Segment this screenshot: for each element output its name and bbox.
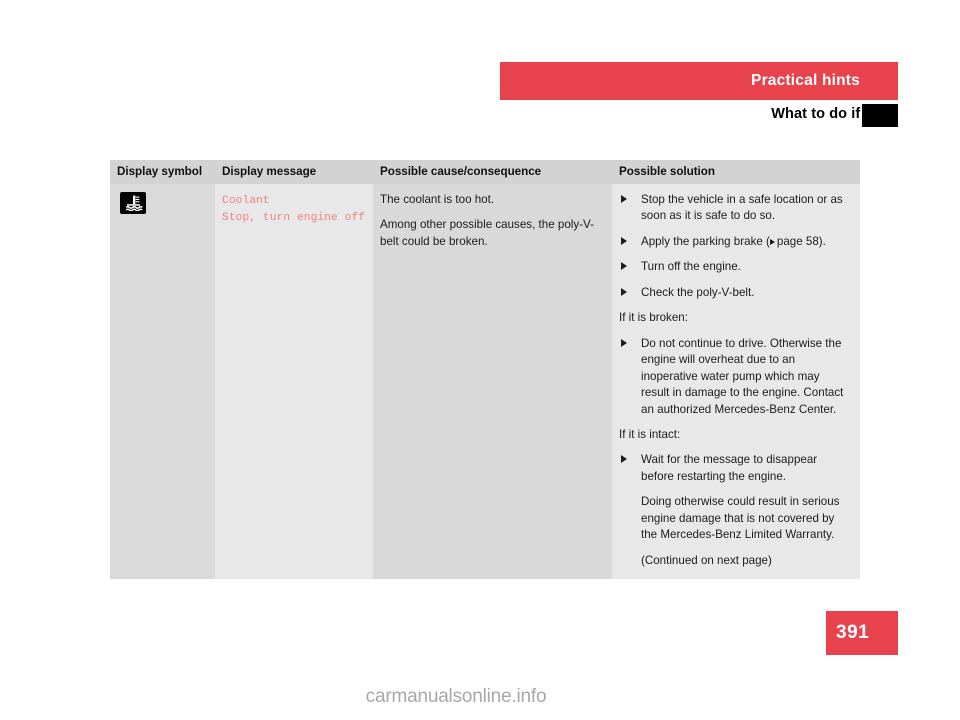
bullet-triangle-icon — [621, 236, 627, 245]
page-number-box: 391 — [826, 611, 898, 655]
column-header-display-message: Display message — [215, 160, 373, 184]
cause-paragraph: The coolant is too hot. — [380, 193, 495, 206]
page-number: 391 — [836, 622, 870, 643]
list-item-label: Do not continue to drive. Otherwise the … — [641, 336, 844, 416]
thumb-index-tab-marker — [862, 104, 898, 127]
column-header-possible-solution: Possible solution — [612, 160, 860, 184]
display-message-text: Coolant Stop, turn engine off — [222, 195, 366, 225]
cell-display-symbol — [110, 184, 215, 580]
bullet-triangle-icon — [621, 195, 627, 203]
column-header-display-symbol: Display symbol — [110, 160, 215, 184]
list-item: Turn off the engine. — [619, 259, 850, 275]
list-item: Stop the vehicle in a safe location or a… — [619, 192, 850, 225]
cell-possible-cause: The coolant is too hot. Among other poss… — [373, 184, 612, 580]
subheading-if-broken: If it is broken: — [619, 311, 688, 325]
bullet-triangle-icon — [621, 455, 627, 464]
cross-reference-arrow-icon — [769, 238, 775, 245]
cause-paragraph: Among other possible causes, the poly-V-… — [380, 218, 594, 248]
table-header-row: Display symbol Display message Possible … — [110, 160, 860, 184]
chapter-title: Practical hints — [751, 72, 860, 89]
list-item: Do not continue to drive. Otherwise the … — [619, 336, 850, 418]
site-watermark: carmanualsonline.info — [365, 686, 547, 707]
list-item: Wait for the message to disappear before… — [619, 452, 850, 485]
note-paragraph: Doing otherwise could result in serious … — [641, 495, 840, 542]
list-item-label: Check the poly-V-belt. — [641, 285, 755, 299]
continued-notice: (Continued on next page) — [641, 553, 772, 567]
coolant-temperature-warning-icon — [120, 192, 146, 214]
column-header-possible-cause: Possible cause/consequence — [373, 160, 612, 184]
subheading-if-intact: If it is intact: — [619, 427, 681, 441]
list-item-label: Stop the vehicle in a safe location or a… — [641, 193, 843, 223]
table-body: Coolant Stop, turn engine off The coolan… — [110, 184, 860, 580]
list-item-label: Wait for the message to disappear before… — [641, 453, 818, 483]
bullet-triangle-icon — [621, 287, 627, 296]
cell-possible-solution: Stop the vehicle in a safe location or a… — [612, 184, 860, 580]
table-row: Coolant Stop, turn engine off The coolan… — [110, 184, 860, 580]
page-header: Practical hints What to do if …? — [0, 0, 960, 150]
list-item-label: Apply the parking brake ( — [641, 234, 770, 248]
list-item-label: Turn off the engine. — [641, 260, 741, 274]
list-item: Check the poly-V-belt. — [619, 285, 850, 301]
list-item: Apply the parking brake ( page 58). — [619, 234, 850, 250]
cross-reference-label[interactable]: page 58). — [777, 235, 826, 248]
chapter-banner: Practical hints — [500, 62, 898, 100]
table-header: Display symbol Display message Possible … — [110, 160, 860, 184]
cell-display-message: Coolant Stop, turn engine off — [215, 184, 373, 580]
bullet-triangle-icon — [621, 338, 627, 347]
display-messages-table: Display symbol Display message Possible … — [110, 160, 860, 580]
bullet-triangle-icon — [621, 262, 627, 271]
